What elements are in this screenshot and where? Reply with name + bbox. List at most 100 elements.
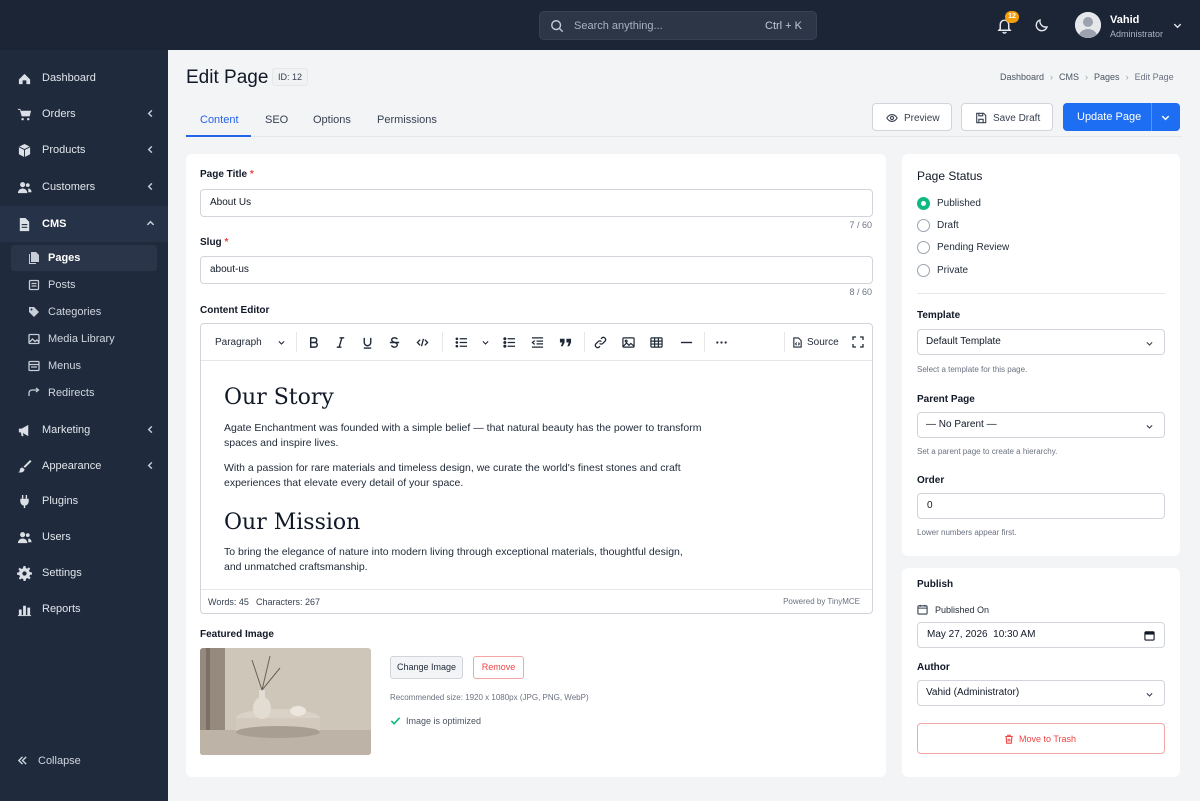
breadcrumb-dashboard[interactable]: Dashboard	[1000, 72, 1044, 82]
fullscreen-icon[interactable]	[852, 336, 864, 348]
published-on-input[interactable]: May 27, 2026 10:30 AM	[917, 622, 1165, 648]
sidebar-item-products[interactable]: Products	[0, 132, 168, 168]
bullet-list-icon[interactable]	[503, 336, 516, 349]
template-select[interactable]: Default Template	[917, 329, 1165, 355]
rich-text-editor[interactable]: Paragraph Source Our Story Agate Enchant…	[200, 323, 873, 614]
sidebar-item-users[interactable]: Users	[0, 519, 168, 555]
redirect-icon	[28, 387, 40, 399]
page-title-input[interactable]: About Us	[200, 189, 873, 217]
tab-options[interactable]: Options	[313, 114, 351, 126]
radio-published[interactable]	[917, 197, 930, 210]
radio-label[interactable]: Published	[937, 198, 981, 209]
move-to-trash-button[interactable]: Move to Trash	[917, 723, 1165, 754]
tab-permissions[interactable]: Permissions	[377, 114, 437, 126]
sidebar-item-dashboard[interactable]: Dashboard	[0, 60, 168, 96]
content-heading-mission[interactable]: Our Mission	[224, 510, 360, 535]
sidebar-subitem-redirects[interactable]: Redirects	[11, 380, 157, 406]
sidebar-item-marketing[interactable]: Marketing	[0, 412, 168, 448]
content-paragraph-3[interactable]: To bring the elegance of nature into mod…	[224, 545, 699, 575]
numbered-list-icon[interactable]	[455, 336, 468, 349]
horizontal-rule-icon[interactable]	[680, 336, 693, 349]
avatar[interactable]	[1075, 12, 1101, 38]
chevron-down-icon[interactable]	[277, 338, 286, 347]
post-icon	[28, 279, 40, 291]
tab-content[interactable]: Content	[200, 114, 239, 126]
radio-draft[interactable]	[917, 219, 930, 232]
parent-page-value: — No Parent —	[926, 419, 997, 430]
underline-icon[interactable]	[361, 336, 374, 349]
table-icon[interactable]	[650, 336, 663, 349]
sidebar-subitem-menus[interactable]: Menus	[11, 353, 157, 379]
radio-label[interactable]: Pending Review	[937, 242, 1009, 253]
chevron-down-icon[interactable]	[481, 338, 490, 347]
toolbar-divider	[704, 332, 705, 352]
sidebar-subitem-pages[interactable]: Pages	[11, 245, 157, 271]
save-draft-button[interactable]: Save Draft	[961, 103, 1053, 131]
search-input[interactable]: Search anything...	[574, 20, 663, 32]
bold-icon[interactable]	[307, 336, 320, 349]
sidebar-subitem-label: Categories	[48, 306, 102, 318]
code-icon[interactable]	[416, 336, 429, 349]
radio-pending-review[interactable]	[917, 241, 930, 254]
chevron-down-icon	[1145, 422, 1154, 431]
sidebar-item-plugins[interactable]: Plugins	[0, 483, 168, 519]
gear-icon	[17, 566, 32, 581]
collapse-button[interactable]: Collapse	[0, 747, 168, 775]
remove-image-button[interactable]: Remove	[473, 656, 524, 679]
breadcrumb-pages[interactable]: Pages	[1094, 72, 1120, 82]
slug-input[interactable]: about-us	[200, 256, 873, 284]
sidebar-subitem-label: Posts	[48, 279, 76, 291]
sidebar-subitem-posts[interactable]: Posts	[11, 272, 157, 298]
outdent-icon[interactable]	[531, 336, 544, 349]
block-format-select[interactable]: Paragraph	[215, 337, 262, 348]
radio-label[interactable]: Draft	[937, 220, 959, 231]
parent-page-select[interactable]: — No Parent —	[917, 412, 1165, 438]
user-name[interactable]: Vahid	[1110, 14, 1139, 26]
quote-icon[interactable]	[559, 336, 572, 349]
source-code-icon[interactable]	[792, 337, 803, 348]
chevron-down-icon[interactable]	[1172, 20, 1183, 31]
moon-icon[interactable]	[1034, 17, 1050, 33]
sidebar-item-reports[interactable]: Reports	[0, 591, 168, 627]
image-icon	[28, 333, 40, 345]
sidebar-item-appearance[interactable]: Appearance	[0, 448, 168, 484]
calendar-icon[interactable]	[1144, 630, 1155, 641]
toolbar-divider	[584, 332, 585, 352]
dashboard-icon	[17, 71, 32, 86]
sidebar-subitem-categories[interactable]: Categories	[11, 299, 157, 325]
tab-seo[interactable]: SEO	[265, 114, 288, 126]
more-icon[interactable]	[715, 336, 728, 349]
change-image-button[interactable]: Change Image	[390, 656, 463, 679]
plug-icon	[17, 494, 32, 509]
sidebar-subitem-media[interactable]: Media Library	[11, 326, 157, 352]
sidebar-item-customers[interactable]: Customers	[0, 169, 168, 205]
order-input[interactable]: 0	[917, 493, 1165, 519]
strikethrough-icon[interactable]	[388, 336, 401, 349]
source-button[interactable]: Source	[807, 337, 839, 348]
radio-private[interactable]	[917, 264, 930, 277]
author-select[interactable]: Vahid (Administrator)	[917, 680, 1165, 706]
tag-icon	[28, 306, 40, 318]
page-title: Edit Page	[186, 67, 269, 88]
image-icon[interactable]	[622, 336, 635, 349]
search-bar[interactable]: Search anything... Ctrl + K	[539, 11, 817, 40]
update-page-button[interactable]: Update Page	[1063, 103, 1151, 131]
sidebar-item-orders[interactable]: Orders	[0, 96, 168, 132]
featured-image-thumbnail[interactable]	[200, 648, 371, 755]
content-paragraph-2[interactable]: With a passion for rare materials and ti…	[224, 461, 714, 491]
breadcrumb-cms[interactable]: CMS	[1059, 72, 1079, 82]
link-icon[interactable]	[594, 336, 607, 349]
preview-button[interactable]: Preview	[872, 103, 952, 131]
italic-icon[interactable]	[334, 336, 347, 349]
content-paragraph-1[interactable]: Agate Enchantment was founded with a sim…	[224, 421, 714, 451]
collapse-label: Collapse	[38, 755, 81, 767]
update-options-button[interactable]	[1151, 103, 1180, 131]
sidebar-item-cms[interactable]: CMS	[0, 206, 168, 242]
sidebar-item-settings[interactable]: Settings	[0, 555, 168, 591]
menu-icon	[28, 360, 40, 372]
radio-label[interactable]: Private	[937, 265, 968, 276]
search-shortcut: Ctrl + K	[765, 20, 802, 32]
move-to-trash-label: Move to Trash	[1019, 734, 1077, 744]
content-heading-story[interactable]: Our Story	[224, 385, 334, 410]
editor-status-bar: Words: 45 Characters: 267 Powered by Tin…	[201, 589, 872, 613]
